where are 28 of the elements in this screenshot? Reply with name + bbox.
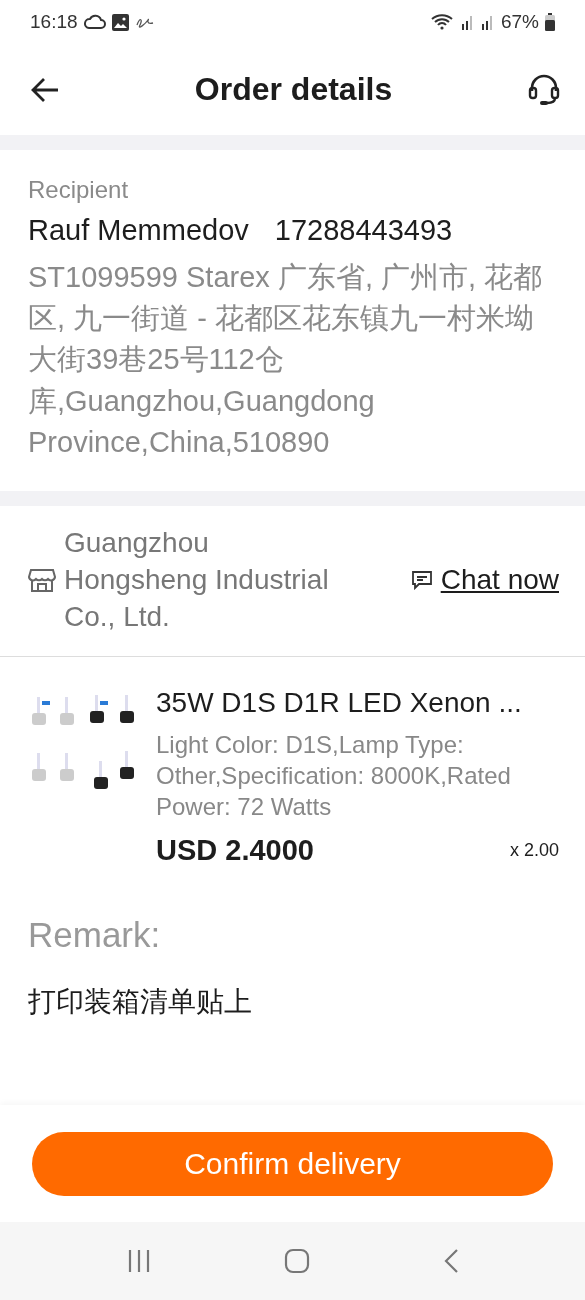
signal-icon — [480, 14, 495, 30]
status-time: 16:18 — [30, 11, 78, 33]
recipient-label: Recipient — [28, 176, 130, 204]
product-specs: Light Color: D1S,Lamp Type: Other,Specification: 8000K,Rated Power: 72 Watts — [156, 729, 512, 822]
battery-icon — [545, 13, 555, 31]
wifi-icon — [430, 13, 455, 31]
remark-text: 打印装箱清单贴上 — [28, 985, 253, 1020]
back-icon[interactable] — [442, 1248, 459, 1274]
battery-percent: 67% — [500, 11, 539, 33]
remark-label: Remark: — [28, 915, 162, 956]
product-title[interactable]: 35W D1S D1R LED Xenon ... — [156, 686, 559, 719]
back-arrow-icon[interactable] — [30, 76, 60, 103]
cloud-icon — [83, 14, 106, 30]
headset-icon[interactable] — [527, 72, 561, 107]
home-icon[interactable] — [284, 1248, 311, 1274]
chat-now-link[interactable]: Chat now — [410, 563, 559, 596]
chat-icon — [410, 569, 433, 590]
store-icon — [28, 566, 56, 593]
page-title: Order details — [193, 71, 394, 108]
signal-icon — [460, 14, 475, 30]
product-quantity: x 2.00 — [509, 840, 559, 862]
recipient-phone: 17288443493 — [274, 214, 453, 247]
recipient-name: Rauf Memmedov — [28, 214, 249, 247]
image-icon — [111, 13, 129, 31]
product-price: USD 2.4000 — [156, 834, 315, 868]
recipient-address: ST1099599 Starex 广东省, 广州市, 花都区, 九一街道 - 花都区花东镇九一村米坳大街39巷25号112仓库,Guangzhou,Guangdong Province,China,510890 — [28, 260, 544, 460]
scribble-icon — [134, 16, 155, 28]
seller-name[interactable]: Guangzhou Hongsheng Industrial Co., Ltd. — [64, 523, 346, 636]
